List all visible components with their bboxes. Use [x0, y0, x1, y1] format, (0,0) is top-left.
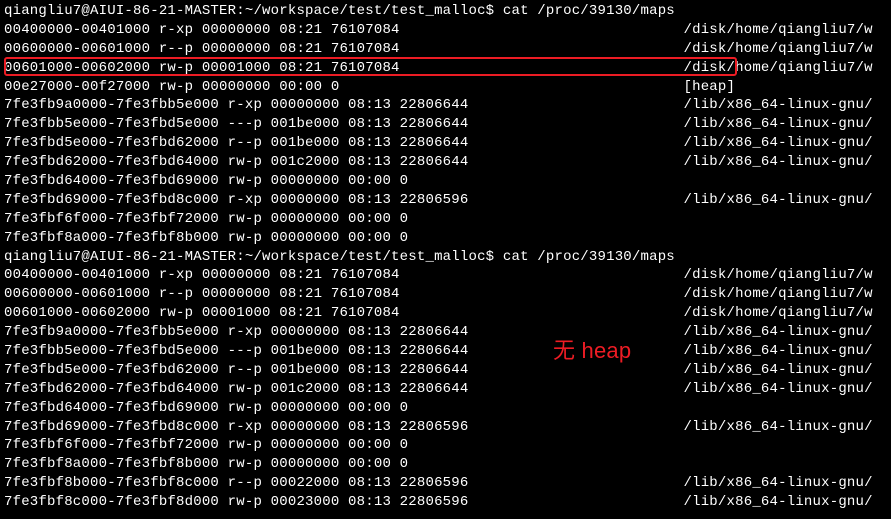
maps-line: 00400000-00401000 r-xp 00000000 08:21 76…	[4, 266, 887, 285]
maps-line: 00601000-00602000 rw-p 00001000 08:21 76…	[4, 304, 887, 323]
prompt-line[interactable]: qiangliu7@AIUI-86-21-MASTER:~/workspace/…	[4, 248, 887, 267]
maps-line: 7fe3fb9a0000-7fe3fbb5e000 r-xp 00000000 …	[4, 96, 887, 115]
prompt-line[interactable]: qiangliu7@AIUI-86-21-MASTER:~/workspace/…	[4, 2, 887, 21]
maps-line: 7fe3fbd69000-7fe3fbd8c000 r-xp 00000000 …	[4, 418, 887, 437]
maps-line: 00400000-00401000 r-xp 00000000 08:21 76…	[4, 21, 887, 40]
maps-line: 7fe3fbb5e000-7fe3fbd5e000 ---p 001be000 …	[4, 115, 887, 134]
maps-line: 7fe3fbb5e000-7fe3fbd5e000 ---p 001be000 …	[4, 342, 887, 361]
maps-line: 7fe3fbf8c000-7fe3fbf8d000 rw-p 00023000 …	[4, 493, 887, 512]
maps-line: 00e27000-00f27000 rw-p 00000000 00:00 0 …	[4, 78, 887, 97]
maps-line: 7fe3fbf6f000-7fe3fbf72000 rw-p 00000000 …	[4, 436, 887, 455]
maps-line: 00600000-00601000 r--p 00000000 08:21 76…	[4, 40, 887, 59]
maps-line: 7fe3fbd64000-7fe3fbd69000 rw-p 00000000 …	[4, 172, 887, 191]
maps-line: 7fe3fbd5e000-7fe3fbd62000 r--p 001be000 …	[4, 361, 887, 380]
terminal-output: qiangliu7@AIUI-86-21-MASTER:~/workspace/…	[4, 2, 887, 512]
maps-line: 00601000-00602000 rw-p 00001000 08:21 76…	[4, 59, 887, 78]
maps-line: 7fe3fb9a0000-7fe3fbb5e000 r-xp 00000000 …	[4, 323, 887, 342]
maps-line: 7fe3fbd69000-7fe3fbd8c000 r-xp 00000000 …	[4, 191, 887, 210]
maps-line: 7fe3fbf8a000-7fe3fbf8b000 rw-p 00000000 …	[4, 229, 887, 248]
maps-line: 00600000-00601000 r--p 00000000 08:21 76…	[4, 285, 887, 304]
maps-line: 7fe3fbd5e000-7fe3fbd62000 r--p 001be000 …	[4, 134, 887, 153]
maps-line: 7fe3fbd64000-7fe3fbd69000 rw-p 00000000 …	[4, 399, 887, 418]
maps-line: 7fe3fbf6f000-7fe3fbf72000 rw-p 00000000 …	[4, 210, 887, 229]
maps-line: 7fe3fbf8b000-7fe3fbf8c000 r--p 00022000 …	[4, 474, 887, 493]
maps-line: 7fe3fbd62000-7fe3fbd64000 rw-p 001c2000 …	[4, 153, 887, 172]
maps-line: 7fe3fbd62000-7fe3fbd64000 rw-p 001c2000 …	[4, 380, 887, 399]
maps-line: 7fe3fbf8a000-7fe3fbf8b000 rw-p 00000000 …	[4, 455, 887, 474]
